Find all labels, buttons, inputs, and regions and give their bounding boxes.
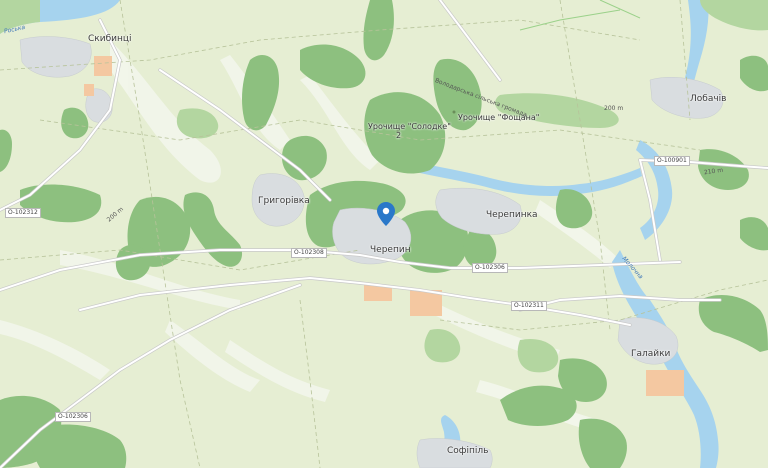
road-shield-o102306-east: О-102306 (472, 263, 508, 273)
place-halaiky: Галайки (631, 349, 671, 359)
road-shield-o100901: О-100901 (654, 156, 690, 166)
elevation-label-200a: 200 m (604, 105, 624, 112)
tract-foshchana: Урочище "Фощана" (458, 113, 540, 122)
tract-solodke-number: 2 (396, 131, 402, 140)
tract-solodke: Урочище "Солодке" (368, 122, 451, 131)
place-skyvyntsi: Скибинці (88, 34, 132, 44)
place-lobachiv: Лобачів (690, 94, 727, 104)
place-cherepynka: Черепинка (486, 210, 538, 220)
place-sofiipil: Софіпіль (447, 446, 489, 456)
place-cherepyn: Черепин (370, 245, 411, 255)
map-view[interactable]: Скибинці Григорівка Черепин Черепинка Ло… (0, 0, 768, 468)
road-shield-o102311: О-102311 (511, 301, 547, 311)
place-hryhorivka: Григорівка (258, 196, 310, 206)
map-pin-icon[interactable] (377, 202, 395, 226)
road-shield-o102308: О-102308 (291, 248, 327, 258)
road-shield-o102312: О-102312 (5, 208, 41, 218)
road-shield-o102306-west: О-102306 (55, 412, 91, 422)
map-base-layer (0, 0, 768, 468)
